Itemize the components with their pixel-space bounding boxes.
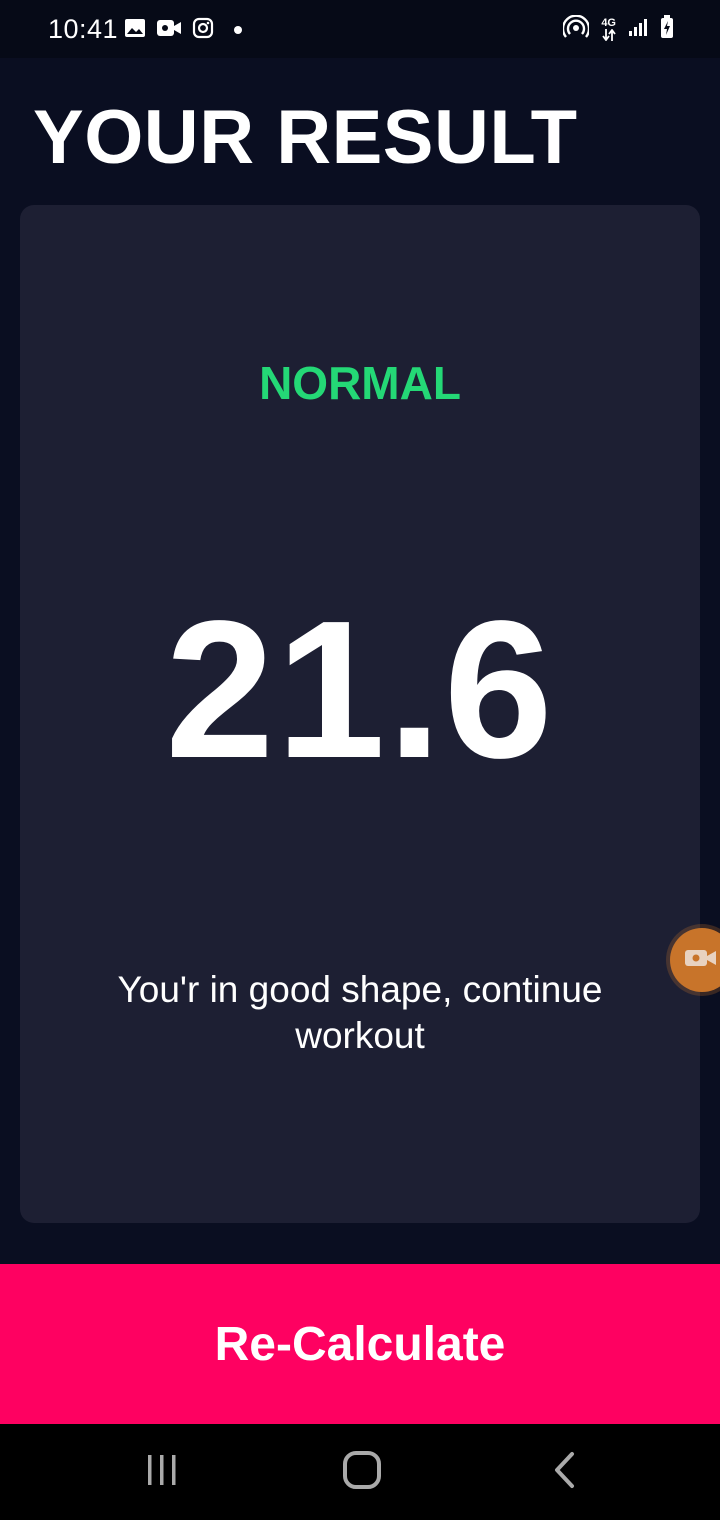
bmi-value: 21.6 (165, 580, 555, 799)
status-notification-icons (124, 17, 242, 44)
gallery-icon (124, 18, 146, 43)
notification-dot (234, 26, 242, 34)
recent-apps-icon (144, 1453, 180, 1492)
data-arrows-icon: 4G (601, 16, 616, 41)
back-icon (552, 1451, 576, 1494)
recalculate-button[interactable]: Re-Calculate (0, 1264, 720, 1424)
signal-icon (628, 17, 648, 42)
home-icon (342, 1450, 382, 1495)
page-title: YOUR RESULT (33, 95, 578, 180)
back-button[interactable] (504, 1424, 624, 1520)
status-system-icons: 4G (562, 14, 674, 44)
instagram-icon (192, 17, 214, 44)
result-advice: You'r in good shape, continue workout (117, 969, 603, 1056)
network-type-label: 4G (601, 16, 616, 29)
result-category: NORMAL (259, 357, 461, 409)
status-bar: 10:41 4G (0, 0, 720, 58)
video-call-icon (156, 18, 182, 43)
recent-apps-button[interactable] (102, 1424, 222, 1520)
status-time: 10:41 (48, 14, 119, 44)
home-button[interactable] (302, 1424, 422, 1520)
hotspot-icon (562, 14, 591, 44)
result-card: NORMAL 21.6 You'r in good shape, continu… (20, 205, 700, 1223)
battery-charging-icon (660, 14, 674, 44)
video-camera-icon (684, 946, 718, 975)
system-navigation-bar (0, 1424, 720, 1520)
